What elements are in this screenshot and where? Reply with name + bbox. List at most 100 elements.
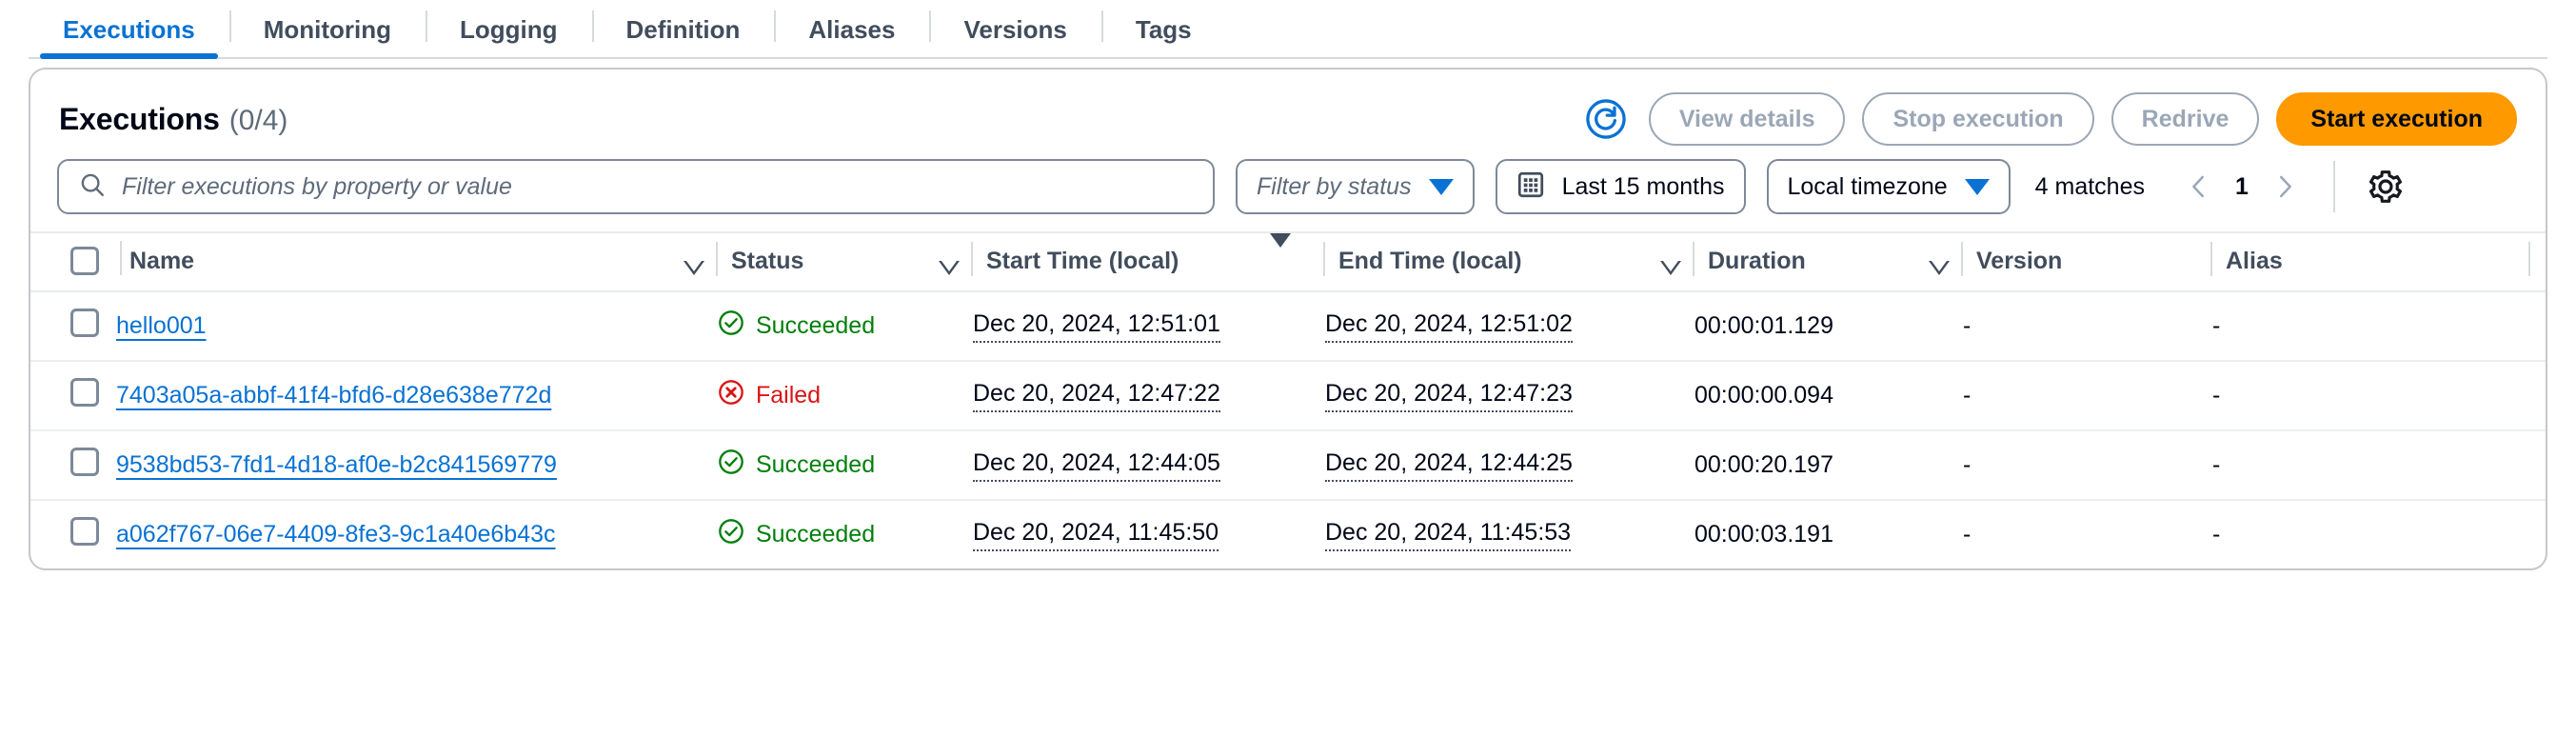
row-select-cell: [30, 361, 116, 430]
tab-logging[interactable]: Logging: [426, 0, 592, 59]
redrive-button[interactable]: Redrive: [2111, 92, 2260, 146]
column-header-version[interactable]: Version: [1963, 232, 2212, 291]
table-row[interactable]: hello001 Succeeded Dec 20, 2024, 12:51:0…: [30, 291, 2546, 361]
cell-version: -: [1963, 500, 2212, 568]
executions-card: Executions (0/4) View details Stop execut…: [29, 68, 2547, 570]
cell-end-time: Dec 20, 2024, 12:51:02: [1325, 291, 1694, 361]
table-row[interactable]: a062f767-06e7-4409-8fe3-9c1a40e6b43c Suc…: [30, 500, 2546, 568]
cell-duration: 00:00:20.197: [1694, 430, 1963, 500]
version-value: -: [1963, 382, 1971, 408]
tab-label: Definition: [626, 15, 741, 45]
alias-value: -: [2212, 521, 2220, 548]
cell-name: 9538bd53-7fd1-4d18-af0e-b2c841569779: [116, 430, 718, 500]
row-checkbox[interactable]: [70, 378, 99, 407]
tab-tags[interactable]: Tags: [1101, 0, 1226, 59]
column-label: Start Time (local): [986, 248, 1179, 275]
cell-duration: 00:00:00.094: [1694, 361, 1963, 430]
status-badge: Failed: [718, 379, 973, 412]
execution-name-link[interactable]: 7403a05a-abbf-41f4-bfd6-d28e638e772d: [116, 382, 551, 408]
date-range-select[interactable]: Last 15 months: [1496, 159, 1746, 214]
select-all-header: [30, 232, 116, 291]
column-header-start-time[interactable]: Start Time (local): [973, 232, 1325, 291]
cell-status: Succeeded: [718, 430, 973, 500]
chevron-right-icon[interactable]: [2265, 167, 2305, 207]
select-all-checkbox[interactable]: [70, 247, 99, 275]
cell-start-time: Dec 20, 2024, 12:44:05: [973, 430, 1325, 500]
cell-name: hello001: [116, 291, 718, 361]
error-cross-icon: [718, 379, 744, 412]
column-label: End Time (local): [1338, 248, 1522, 275]
chevron-down-icon: [1965, 179, 1990, 195]
alias-value: -: [2212, 451, 2220, 478]
cell-version: -: [1963, 430, 2212, 500]
chevron-left-icon[interactable]: [2179, 167, 2219, 207]
column-header-end-time[interactable]: End Time (local): [1325, 232, 1694, 291]
status-filter-select[interactable]: Filter by status: [1236, 159, 1475, 214]
end-time-value: Dec 20, 2024, 12:44:25: [1325, 449, 1573, 482]
status-label: Succeeded: [756, 312, 875, 340]
sort-icon[interactable]: [1270, 248, 1291, 275]
table-body: hello001 Succeeded Dec 20, 2024, 12:51:0…: [30, 291, 2546, 568]
header-actions: View details Stop execution Redrive Star…: [1584, 92, 2517, 146]
page-number[interactable]: 1: [2229, 173, 2255, 201]
execution-name-link[interactable]: 9538bd53-7fd1-4d18-af0e-b2c841569779: [116, 451, 557, 478]
tab-label: Executions: [63, 15, 195, 45]
timezone-select[interactable]: Local timezone: [1767, 159, 2011, 214]
row-checkbox[interactable]: [70, 309, 99, 337]
column-label: Name: [129, 248, 194, 275]
column-header-duration[interactable]: Duration: [1694, 232, 1963, 291]
date-range-label: Last 15 months: [1562, 173, 1725, 201]
start-execution-button[interactable]: Start execution: [2276, 92, 2517, 146]
chevron-down-icon: [1429, 179, 1454, 195]
start-time-value: Dec 20, 2024, 11:45:50: [973, 519, 1219, 551]
success-check-icon: [718, 448, 744, 482]
table-header-row: Name Status Start Time (local): [30, 232, 2546, 291]
tab-label: Aliases: [808, 15, 895, 45]
table-row[interactable]: 9538bd53-7fd1-4d18-af0e-b2c841569779 Suc…: [30, 430, 2546, 500]
cell-status: Failed: [718, 361, 973, 430]
pagination: 1: [2179, 167, 2305, 207]
view-details-button[interactable]: View details: [1649, 92, 1846, 146]
end-time-value: Dec 20, 2024, 11:45:53: [1325, 519, 1571, 551]
card-count-text: (0/4): [229, 105, 288, 136]
cell-alias: -: [2212, 430, 2546, 500]
row-select-cell: [30, 430, 116, 500]
column-header-name[interactable]: Name: [116, 232, 718, 291]
search-input[interactable]: Filter executions by property or value: [57, 159, 1215, 214]
execution-name-link[interactable]: a062f767-06e7-4409-8fe3-9c1a40e6b43c: [116, 521, 556, 548]
column-header-status[interactable]: Status: [718, 232, 973, 291]
tab-versions[interactable]: Versions: [929, 0, 1100, 59]
cell-end-time: Dec 20, 2024, 12:47:23: [1325, 361, 1694, 430]
cell-name: a062f767-06e7-4409-8fe3-9c1a40e6b43c: [116, 500, 718, 568]
stop-execution-button[interactable]: Stop execution: [1862, 92, 2093, 146]
version-value: -: [1963, 312, 1971, 339]
tab-monitoring[interactable]: Monitoring: [229, 0, 426, 59]
cell-alias: -: [2212, 361, 2546, 430]
version-value: -: [1963, 521, 1971, 548]
gear-icon[interactable]: [2364, 165, 2408, 209]
cell-start-time: Dec 20, 2024, 12:47:22: [973, 361, 1325, 430]
cell-duration: 00:00:01.129: [1694, 291, 1963, 361]
cell-duration: 00:00:03.191: [1694, 500, 1963, 568]
page-title: Executions (0/4): [59, 102, 287, 137]
row-checkbox[interactable]: [70, 448, 99, 476]
tab-aliases[interactable]: Aliases: [774, 0, 929, 59]
table-row[interactable]: 7403a05a-abbf-41f4-bfd6-d28e638e772d Fai…: [30, 361, 2546, 430]
refresh-icon[interactable]: [1584, 97, 1628, 141]
status-label: Succeeded: [756, 451, 875, 479]
tab-definition[interactable]: Definition: [592, 0, 775, 59]
column-header-alias[interactable]: Alias: [2212, 232, 2546, 291]
tab-label: Logging: [460, 15, 558, 45]
tab-executions[interactable]: Executions: [29, 0, 229, 59]
column-label: Alias: [2226, 248, 2283, 275]
status-label: Succeeded: [756, 521, 875, 548]
cell-start-time: Dec 20, 2024, 12:51:01: [973, 291, 1325, 361]
start-time-value: Dec 20, 2024, 12:51:01: [973, 310, 1220, 343]
cell-end-time: Dec 20, 2024, 12:44:25: [1325, 430, 1694, 500]
row-checkbox[interactable]: [70, 517, 99, 546]
executions-table: Name Status Start Time (local): [30, 231, 2546, 568]
duration-value: 00:00:01.129: [1694, 312, 1833, 339]
execution-name-link[interactable]: hello001: [116, 312, 207, 339]
card-title-text: Executions: [59, 102, 220, 136]
cell-alias: -: [2212, 291, 2546, 361]
